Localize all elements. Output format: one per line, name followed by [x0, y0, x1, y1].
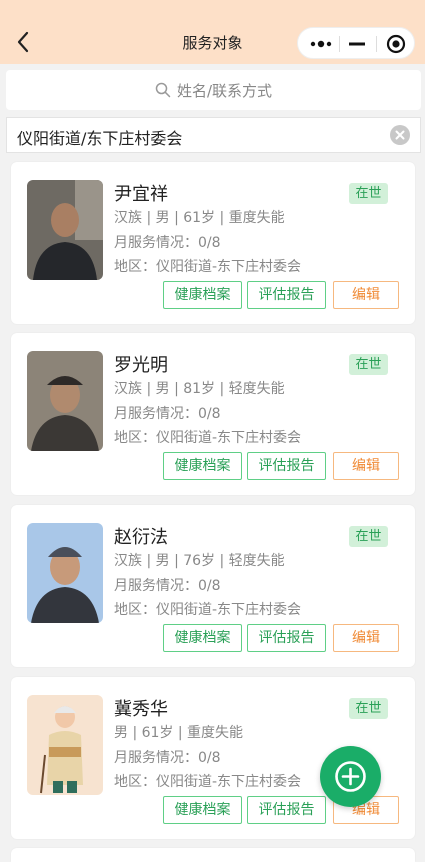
monthly-service: 月服务情况：0/8	[114, 578, 221, 594]
monthly-service: 月服务情况：0/8	[114, 406, 221, 422]
mini-program-capsule	[297, 27, 415, 59]
person-name: 罗光明	[114, 355, 168, 376]
assessment-report-button[interactable]: 评估报告	[247, 624, 326, 652]
person-card[interactable]: 赵衍法 在世 汉族 | 男 | 76岁 | 轻度失能 月服务情况：0/8 地区：…	[11, 505, 415, 667]
person-photo	[27, 523, 103, 623]
person-region: 地区：仪阳街道-东下庄村委会	[114, 602, 302, 618]
person-name: 冀秀华	[114, 699, 168, 720]
health-record-button[interactable]: 健康档案	[163, 452, 242, 480]
person-card[interactable]	[11, 848, 415, 862]
person-photo	[27, 180, 103, 280]
minimize-icon[interactable]	[347, 34, 367, 54]
clear-icon[interactable]	[390, 125, 410, 145]
health-record-button[interactable]: 健康档案	[163, 624, 242, 652]
status-badge: 在世	[349, 354, 388, 375]
edit-button[interactable]: 编辑	[333, 624, 399, 652]
person-region: 地区：仪阳街道-东下庄村委会	[114, 430, 302, 446]
edit-button[interactable]: 编辑	[333, 452, 399, 480]
capsule-divider	[376, 36, 377, 52]
edit-button[interactable]: 编辑	[333, 281, 399, 309]
person-photo	[27, 351, 103, 451]
search-placeholder: 姓名/联系方式	[176, 81, 273, 100]
assessment-report-button[interactable]: 评估报告	[247, 281, 326, 309]
person-demographics: 汉族 | 男 | 76岁 | 轻度失能	[114, 553, 285, 569]
status-badge: 在世	[349, 698, 388, 719]
health-record-button[interactable]: 健康档案	[163, 281, 242, 309]
target-close-icon[interactable]	[385, 33, 407, 55]
more-dots-icon[interactable]	[308, 34, 334, 54]
person-region: 地区：仪阳街道-东下庄村委会	[114, 259, 302, 275]
person-photo	[27, 695, 103, 795]
region-filter[interactable]: 仪阳街道/东下庄村委会	[6, 117, 421, 153]
person-region: 地区：仪阳街道-东下庄村委会	[114, 774, 302, 790]
person-name: 赵衍法	[114, 527, 168, 548]
monthly-service: 月服务情况：0/8	[114, 235, 221, 251]
person-card[interactable]: 罗光明 在世 汉族 | 男 | 81岁 | 轻度失能 月服务情况：0/8 地区：…	[11, 333, 415, 495]
search-icon	[155, 82, 171, 98]
assessment-report-button[interactable]: 评估报告	[247, 796, 326, 824]
person-card[interactable]: 尹宜祥 在世 汉族 | 男 | 61岁 | 重度失能 月服务情况：0/8 地区：…	[11, 162, 415, 324]
person-demographics: 汉族 | 男 | 61岁 | 重度失能	[114, 210, 285, 226]
person-demographics: 男 | 61岁 | 重度失能	[114, 725, 244, 741]
capsule-divider	[339, 36, 340, 52]
region-value: 仪阳街道/东下庄村委会	[17, 129, 183, 148]
person-name: 尹宜祥	[114, 184, 168, 205]
search-bar[interactable]: 姓名/联系方式	[6, 70, 421, 110]
person-demographics: 汉族 | 男 | 81岁 | 轻度失能	[114, 381, 285, 397]
status-badge: 在世	[349, 183, 388, 204]
nav-bar: 服务对象	[0, 0, 425, 64]
health-record-button[interactable]: 健康档案	[163, 796, 242, 824]
assessment-report-button[interactable]: 评估报告	[247, 452, 326, 480]
add-person-button[interactable]	[320, 746, 381, 807]
monthly-service: 月服务情况：0/8	[114, 750, 221, 766]
plus-circle-icon	[335, 761, 366, 792]
status-badge: 在世	[349, 526, 388, 547]
